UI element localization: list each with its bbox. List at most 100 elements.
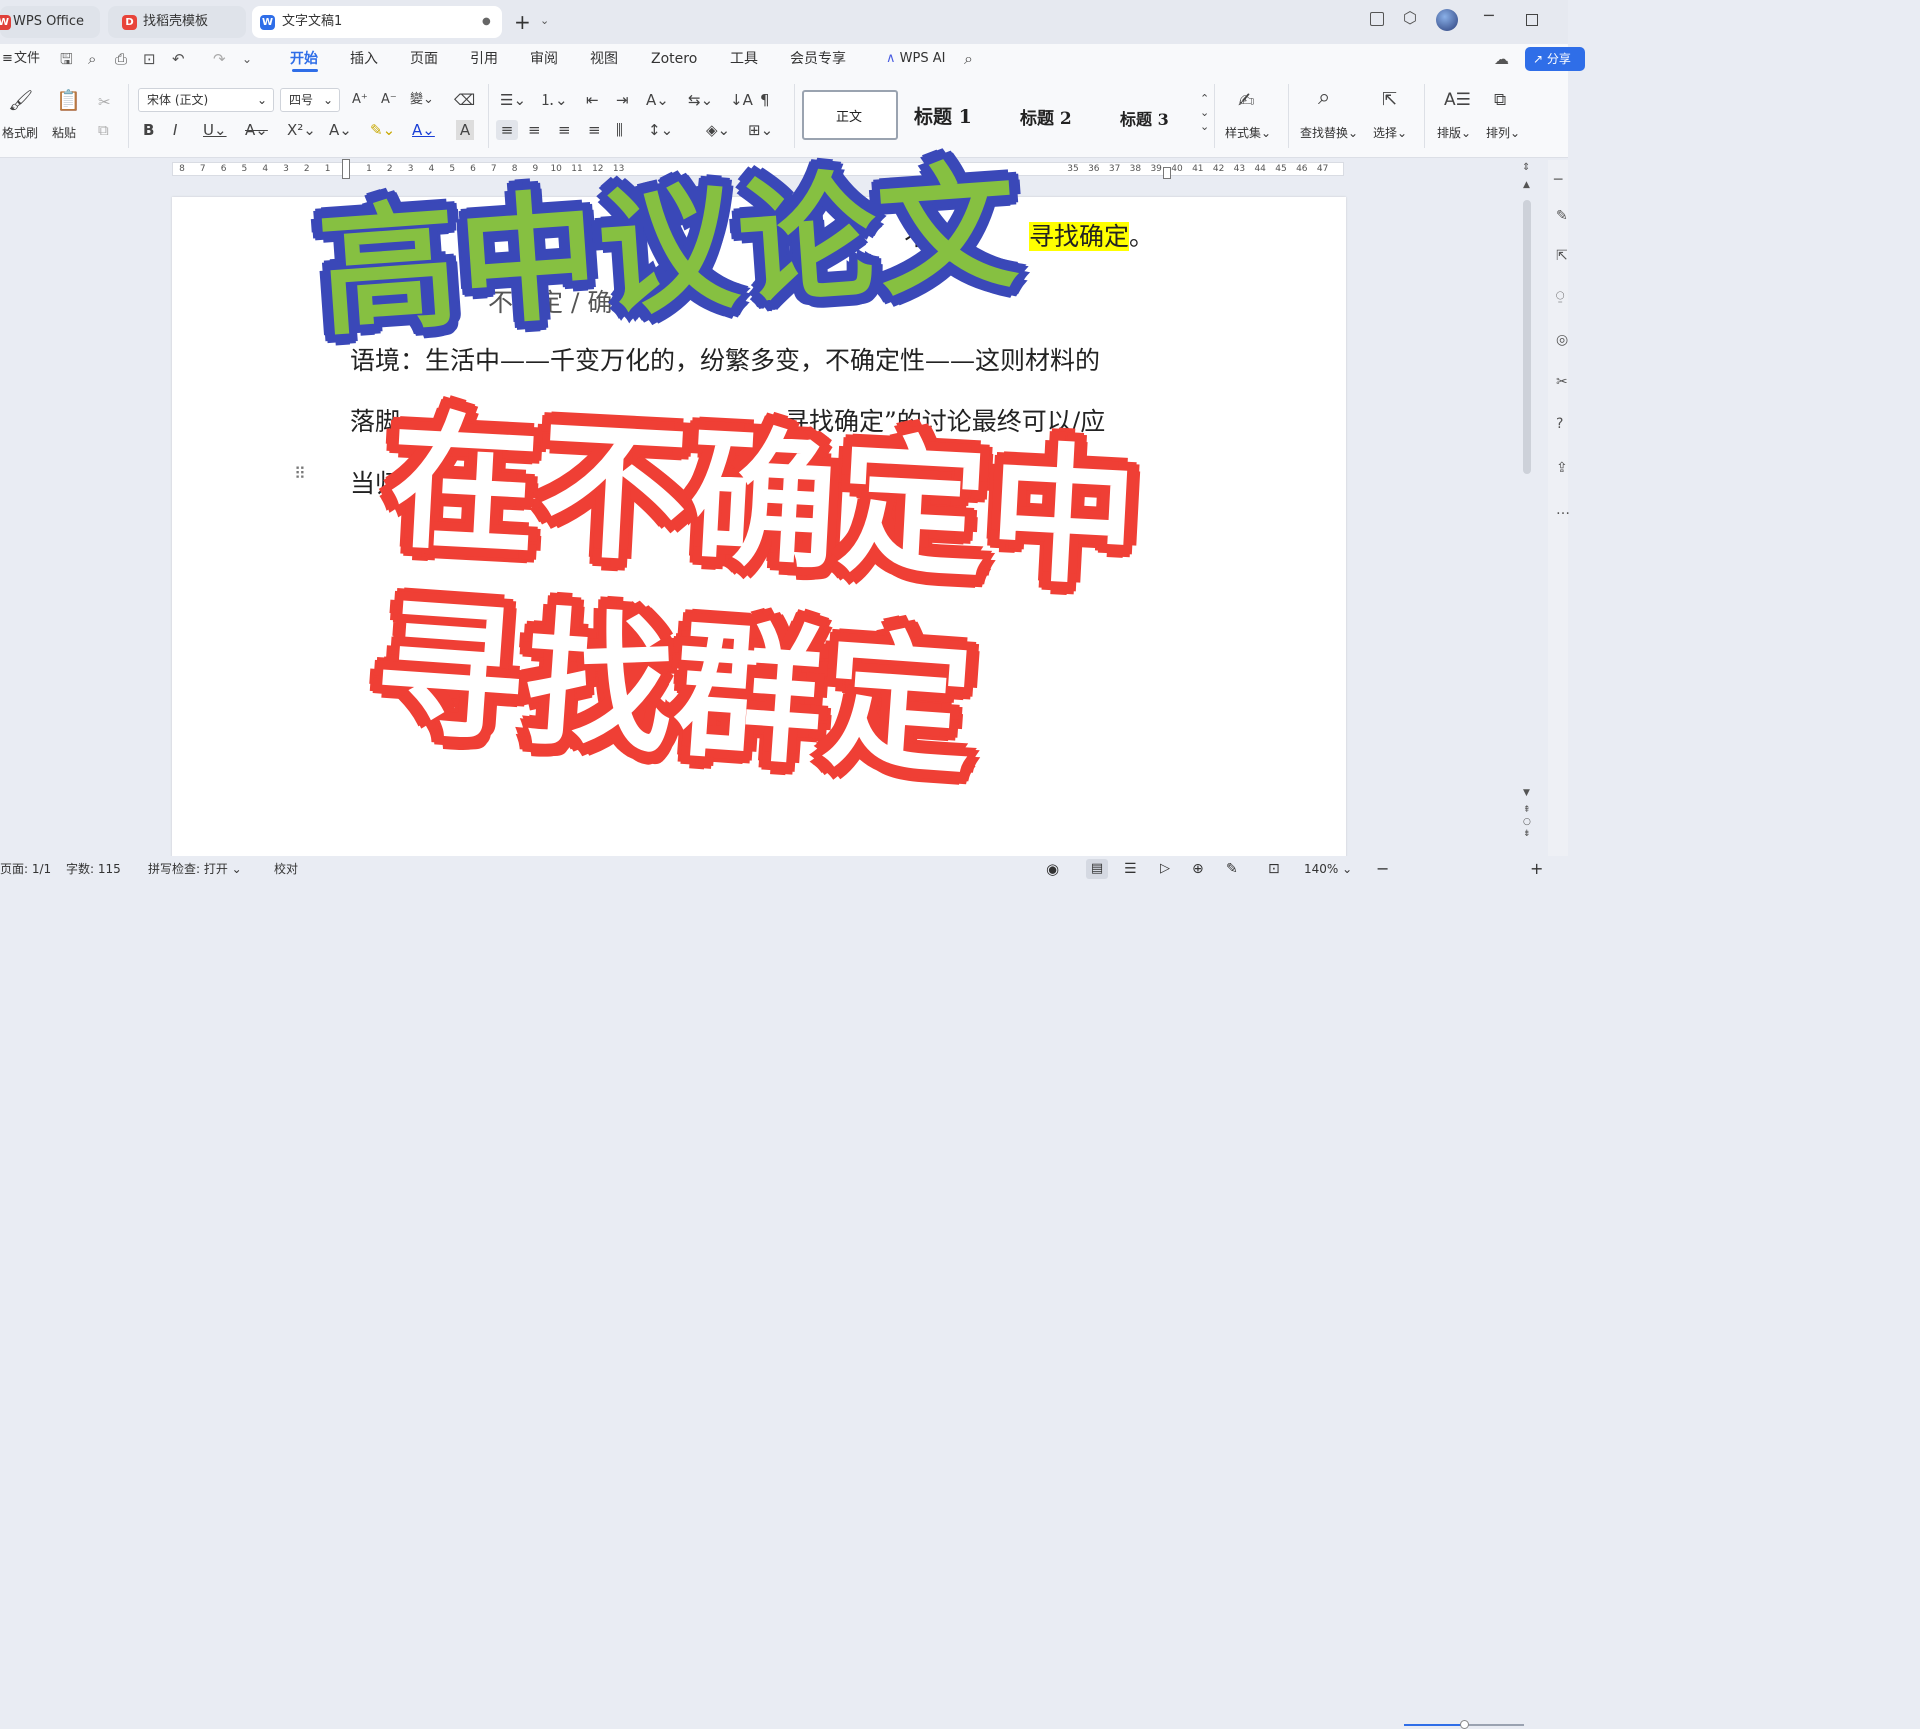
- outline-view-icon[interactable]: ☰: [1124, 856, 1137, 882]
- sort-icon[interactable]: ↓A: [730, 90, 753, 110]
- avatar[interactable]: [1436, 9, 1458, 31]
- cloud-icon[interactable]: ☁: [1494, 44, 1509, 74]
- paste-icon[interactable]: 📋: [56, 90, 81, 110]
- scroll-thumb[interactable]: [1523, 200, 1531, 474]
- align-left-icon[interactable]: ≡: [496, 120, 518, 140]
- tab-page[interactable]: 页面: [410, 44, 438, 74]
- bullet-list-icon[interactable]: ☰⌄: [500, 90, 526, 110]
- sidebar-help-icon[interactable]: ?: [1556, 416, 1563, 432]
- style-heading-2[interactable]: 标题 2: [1020, 104, 1072, 129]
- underline-icon[interactable]: U⌄: [203, 120, 227, 140]
- char-shading-icon[interactable]: A: [456, 120, 474, 140]
- share-button[interactable]: ↗ 分享: [1525, 47, 1585, 71]
- menu-file[interactable]: 文件: [14, 44, 40, 74]
- italic-icon[interactable]: I: [173, 120, 177, 140]
- style-set-icon[interactable]: ✍: [1238, 90, 1255, 110]
- find-replace-button[interactable]: 查找替换⌄: [1300, 124, 1358, 141]
- sidebar-tools-icon[interactable]: ✂: [1556, 374, 1568, 390]
- page-view-icon[interactable]: ▤: [1086, 859, 1108, 879]
- vertical-scrollbar[interactable]: ⇕ ▲ ▼ ⇞ ○ ⇟: [1518, 160, 1536, 856]
- scroll-up-icon[interactable]: ▲: [1523, 180, 1530, 190]
- tab-docer-templates[interactable]: D 找稻壳模板: [108, 6, 246, 38]
- tab-zotero[interactable]: Zotero: [651, 44, 697, 74]
- align-right-icon[interactable]: ≡: [558, 120, 571, 140]
- hamburger-icon[interactable]: ≡: [2, 44, 13, 74]
- justify-icon[interactable]: ≡: [588, 120, 601, 140]
- proofread-button[interactable]: 校对: [274, 856, 298, 882]
- save-icon[interactable]: 🖫: [60, 44, 73, 74]
- tab-review[interactable]: 审阅: [530, 44, 558, 74]
- tab-tools[interactable]: 工具: [730, 44, 758, 74]
- spell-check-toggle[interactable]: 拼写检查: 打开 ⌄: [148, 856, 242, 882]
- web-view-icon[interactable]: ⊕: [1192, 856, 1204, 882]
- text-direction-icon[interactable]: A⌄: [646, 90, 669, 110]
- tab-document[interactable]: W 文字文稿1 ●: [252, 6, 502, 38]
- print-icon[interactable]: ⎙: [115, 44, 127, 74]
- sidebar-cursor-icon[interactable]: ⇱: [1556, 248, 1568, 264]
- clear-format-icon[interactable]: ⌫: [454, 90, 475, 110]
- align-center-icon[interactable]: ≡: [528, 120, 541, 140]
- restore-icon[interactable]: [1526, 14, 1538, 26]
- wps-ai-button[interactable]: ∧ WPS AI: [886, 44, 945, 74]
- drag-handle-icon[interactable]: ⠿: [294, 466, 306, 482]
- font-color-icon[interactable]: A⌄: [412, 120, 435, 140]
- redo-icon[interactable]: ↷: [213, 44, 226, 74]
- quick-access-dropdown-icon[interactable]: ⌄: [242, 44, 252, 74]
- format-painter-icon[interactable]: 🖌: [8, 90, 33, 110]
- sidebar-share-icon[interactable]: ⇪: [1556, 460, 1568, 476]
- fit-page-icon[interactable]: ⊡: [1268, 856, 1280, 882]
- scroll-down-icon[interactable]: ▼: [1523, 788, 1530, 798]
- tab-insert[interactable]: 插入: [350, 44, 378, 74]
- show-marks-icon[interactable]: ¶: [760, 90, 770, 110]
- copy-icon[interactable]: ⧉: [98, 120, 109, 140]
- new-tab-plus-icon[interactable]: +: [514, 10, 531, 34]
- sidebar-collapse-icon[interactable]: ─: [1554, 172, 1562, 188]
- tab-wps-office[interactable]: W WPS Office: [0, 6, 100, 38]
- minimize-icon[interactable]: ─: [1484, 6, 1494, 25]
- chevron-down-icon[interactable]: ⌄: [540, 14, 549, 27]
- grow-font-icon[interactable]: A⁺: [352, 90, 368, 110]
- word-count[interactable]: 字数: 115: [66, 856, 121, 882]
- tab-references[interactable]: 引用: [470, 44, 498, 74]
- write-mode-icon[interactable]: ✎: [1226, 856, 1238, 882]
- page-nav-icon[interactable]: ⇞ ○ ⇟: [1523, 804, 1531, 840]
- window-list-icon[interactable]: [1370, 12, 1384, 26]
- zoom-slider-thumb[interactable]: [1460, 1720, 1469, 1729]
- font-size-select[interactable]: 四号 ⌄: [280, 88, 340, 112]
- style-set-button[interactable]: 样式集⌄: [1225, 124, 1271, 141]
- search-doc-icon[interactable]: ⌕: [88, 44, 96, 74]
- cut-icon[interactable]: ✂: [98, 92, 111, 112]
- style-heading-3[interactable]: 标题 3: [1120, 106, 1169, 130]
- tab-home[interactable]: 开始: [290, 44, 318, 74]
- zoom-in-icon[interactable]: +: [1530, 856, 1543, 882]
- format-painter-label[interactable]: 格式刷: [2, 124, 38, 141]
- tab-view[interactable]: 视图: [590, 44, 618, 74]
- tab-member[interactable]: 会员专享: [790, 44, 846, 74]
- select-cursor-icon[interactable]: ⇱: [1382, 90, 1397, 110]
- distribute-icon[interactable]: ⫼: [616, 120, 623, 140]
- decrease-indent-icon[interactable]: ⇤: [586, 90, 599, 110]
- paste-label[interactable]: 粘贴: [52, 124, 76, 141]
- cube-icon[interactable]: ⬡: [1403, 8, 1417, 27]
- layout-icon[interactable]: A☰: [1444, 90, 1471, 110]
- right-indent-marker[interactable]: [1163, 167, 1171, 179]
- page-count[interactable]: 页面: 1/1: [0, 856, 51, 882]
- sidebar-more-icon[interactable]: …: [1556, 502, 1570, 518]
- zoom-out-icon[interactable]: −: [1376, 856, 1389, 882]
- play-icon[interactable]: ▷: [1160, 856, 1170, 882]
- search-icon[interactable]: ⌕: [964, 44, 973, 74]
- sidebar-stamp-icon[interactable]: ⍜: [1556, 288, 1564, 304]
- text-effect-icon[interactable]: A⌄: [329, 120, 352, 140]
- numbered-list-icon[interactable]: ⒈⌄: [540, 90, 568, 110]
- layout-button[interactable]: 排版⌄: [1437, 124, 1471, 141]
- zoom-select[interactable]: 140% ⌄: [1304, 856, 1352, 882]
- strikethrough-icon[interactable]: A⌄: [245, 120, 268, 140]
- shrink-font-icon[interactable]: A⁻: [381, 90, 397, 110]
- highlight-icon[interactable]: ✎⌄: [370, 120, 395, 140]
- eye-protection-icon[interactable]: ◉: [1046, 856, 1059, 882]
- sidebar-pen-icon[interactable]: ✎: [1556, 208, 1568, 224]
- styles-scroll-icon[interactable]: ⌃ ⌄ ⌄: [1200, 92, 1209, 134]
- superscript-icon[interactable]: X²⌄: [287, 120, 316, 140]
- bold-icon[interactable]: B: [143, 120, 154, 140]
- font-name-select[interactable]: 宋体 (正文) ⌄: [138, 88, 274, 112]
